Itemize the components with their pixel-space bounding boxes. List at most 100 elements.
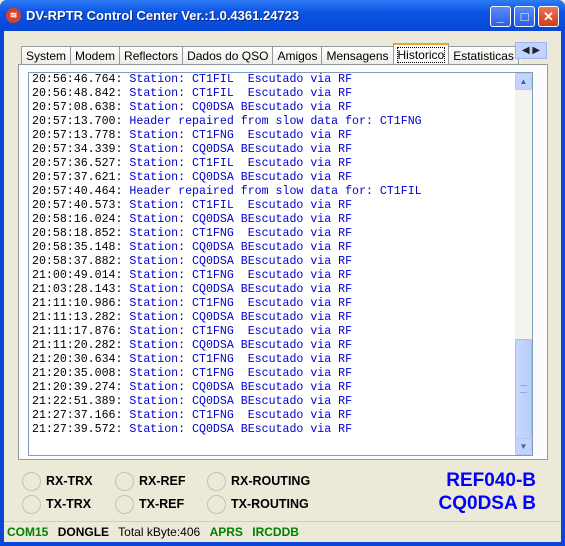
status-ircddb: IRCDDB <box>252 525 299 539</box>
log-line: 21:03:28.143: Station: CQ0DSA BEscutado … <box>29 283 532 297</box>
log-line: 21:27:39.572: Station: CQ0DSA BEscutado … <box>29 423 532 437</box>
tab-label: Amigos <box>277 49 318 63</box>
log-line: 20:57:13.700: Header repaired from slow … <box>29 115 532 129</box>
tab-label: Historico <box>396 47 446 63</box>
status-com: COM15 <box>7 525 49 539</box>
scroll-down-button[interactable]: ▼ <box>515 438 532 455</box>
close-button[interactable]: ✕ <box>538 6 559 27</box>
log-timestamp: 20:57:40.573: <box>32 199 123 212</box>
rx-trx-led <box>22 472 41 491</box>
log-timestamp: 21:20:30.634: <box>32 353 123 366</box>
status-aprs: APRS <box>209 525 243 539</box>
callsign-label: CQ0DSA B <box>438 493 536 514</box>
maximize-button[interactable]: □ <box>514 6 535 27</box>
log-line: 21:20:39.274: Station: CQ0DSA BEscutado … <box>29 381 532 395</box>
log-timestamp: 20:56:48.842: <box>32 87 123 100</box>
title-bar: ≋ DV-RPTR Control Center Ver.:1.0.4361.2… <box>0 0 565 31</box>
log-line: 21:11:10.986: Station: CT1FNG Escutado v… <box>29 297 532 311</box>
log-timestamp: 20:57:08.638: <box>32 101 123 114</box>
rx-ref-label: RX-REF <box>139 474 186 488</box>
log-message: Station: CT1FIL Escutado via RF <box>129 73 353 86</box>
tab-dados-do-qso[interactable]: Dados do QSO <box>182 46 274 65</box>
history-log[interactable]: 20:56:46.764: Station: CT1FIL Escutado v… <box>28 72 533 456</box>
log-message: Station: CQ0DSA BEscutado via RF <box>129 283 353 296</box>
tab-scroll-right-icon[interactable]: ▶ <box>532 45 540 56</box>
tab-strip: System Modem Reflectors Dados do QSO Amigos M… <box>21 43 521 65</box>
app-window: ≋ DV-RPTR Control Center Ver.:1.0.4361.2… <box>0 0 565 546</box>
log-line: 21:27:37.166: Station: CT1FNG Escutado v… <box>29 409 532 423</box>
rx-ref-led <box>115 472 134 491</box>
log-message: Station: CQ0DSA BEscutado via RF <box>129 423 353 436</box>
log-timestamp: 21:27:39.572: <box>32 423 123 436</box>
log-timestamp: 20:57:37.621: <box>32 171 123 184</box>
log-message: Station: CT1FNG Escutado via RF <box>129 325 353 338</box>
log-line: 21:11:20.282: Station: CQ0DSA BEscutado … <box>29 339 532 353</box>
log-line: 21:11:13.282: Station: CQ0DSA BEscutado … <box>29 311 532 325</box>
tab-modem[interactable]: Modem <box>70 46 121 65</box>
log-message: Station: CT1FNG Escutado via RF <box>129 409 353 422</box>
log-message: Station: CT1FNG Escutado via RF <box>129 353 353 366</box>
log-message: Station: CQ0DSA BEscutado via RF <box>129 255 353 268</box>
tx-trx-led <box>22 495 41 514</box>
log-line: 20:58:18.852: Station: CT1FNG Escutado v… <box>29 227 532 241</box>
log-line: 20:57:13.778: Station: CT1FNG Escutado v… <box>29 129 532 143</box>
log-timestamp: 20:57:40.464: <box>32 185 123 198</box>
tab-amigos[interactable]: Amigos <box>272 46 323 65</box>
log-scrollbar[interactable]: ▲ ▼ <box>515 73 532 455</box>
log-message: Station: CT1FNG Escutado via RF <box>129 297 353 310</box>
log-message: Station: CQ0DSA BEscutado via RF <box>129 241 353 254</box>
tab-estatisticas[interactable]: Estatisticas <box>448 46 519 65</box>
log-line: 20:56:48.842: Station: CT1FIL Escutado v… <box>29 87 532 101</box>
tab-scroll-buttons[interactable]: ◀ ▶ <box>515 42 547 59</box>
status-bar: COM15 DONGLE Total kByte:406 APRS IRCDDB <box>4 521 561 542</box>
status-kbyte: Total kByte:406 <box>118 525 201 539</box>
log-timestamp: 20:58:18.852: <box>32 227 123 240</box>
rx-trx-label: RX-TRX <box>46 474 93 488</box>
tx-routing-led <box>207 495 226 514</box>
log-timestamp: 21:22:51.389: <box>32 395 123 408</box>
tab-label: Dados do QSO <box>187 49 269 63</box>
log-timestamp: 21:00:49.014: <box>32 269 123 282</box>
tab-system[interactable]: System <box>21 46 72 65</box>
log-line: 20:58:35.148: Station: CQ0DSA BEscutado … <box>29 241 532 255</box>
tab-label: Modem <box>75 49 116 63</box>
log-message: Station: CT1FIL Escutado via RF <box>129 199 353 212</box>
client-area: System Modem Reflectors Dados do QSO Amigos M… <box>4 31 561 542</box>
rx-routing-label: RX-ROUTING <box>231 474 311 488</box>
scroll-thumb[interactable] <box>515 339 532 439</box>
tab-label: Estatisticas <box>453 49 514 63</box>
tab-label: Reflectors <box>124 49 179 63</box>
log-timestamp: 21:11:20.282: <box>32 339 123 352</box>
log-timestamp: 20:58:16.024: <box>32 213 123 226</box>
log-line: 20:57:40.573: Station: CT1FIL Escutado v… <box>29 199 532 213</box>
log-timestamp: 21:20:39.274: <box>32 381 123 394</box>
scroll-up-button[interactable]: ▲ <box>515 73 532 90</box>
log-line: 20:57:40.464: Header repaired from slow … <box>29 185 532 199</box>
app-rss-icon: ≋ <box>6 8 21 23</box>
log-line: 21:20:35.008: Station: CT1FNG Escutado v… <box>29 367 532 381</box>
log-line: 20:57:34.339: Station: CQ0DSA BEscutado … <box>29 143 532 157</box>
tab-mensagens[interactable]: Mensagens <box>321 46 394 65</box>
log-timestamp: 21:11:13.282: <box>32 311 123 324</box>
tab-historico[interactable]: Historico <box>392 43 450 65</box>
tab-reflectors[interactable]: Reflectors <box>119 46 184 65</box>
log-timestamp: 20:57:13.700: <box>32 115 123 128</box>
log-message: Station: CT1FNG Escutado via RF <box>129 129 353 142</box>
log-timestamp: 20:57:34.339: <box>32 143 123 156</box>
log-message: Station: CT1FNG Escutado via RF <box>129 227 353 240</box>
log-timestamp: 21:20:35.008: <box>32 367 123 380</box>
tab-panel-historico: 20:56:46.764: Station: CT1FIL Escutado v… <box>18 64 548 460</box>
log-timestamp: 21:03:28.143: <box>32 283 123 296</box>
rx-routing-led <box>207 472 226 491</box>
log-line: 20:56:46.764: Station: CT1FIL Escutado v… <box>29 73 532 87</box>
minimize-button[interactable]: _ <box>490 6 511 27</box>
log-timestamp: 21:11:10.986: <box>32 297 123 310</box>
log-timestamp: 21:11:17.876: <box>32 325 123 338</box>
tx-trx-label: TX-TRX <box>46 497 92 511</box>
log-line: 20:57:36.527: Station: CT1FIL Escutado v… <box>29 157 532 171</box>
log-timestamp: 20:58:37.882: <box>32 255 123 268</box>
log-line: 20:57:08.638: Station: CQ0DSA BEscutado … <box>29 101 532 115</box>
tab-scroll-left-icon[interactable]: ◀ <box>522 45 530 56</box>
log-message: Station: CT1FNG Escutado via RF <box>129 367 353 380</box>
tx-ref-led <box>115 495 134 514</box>
